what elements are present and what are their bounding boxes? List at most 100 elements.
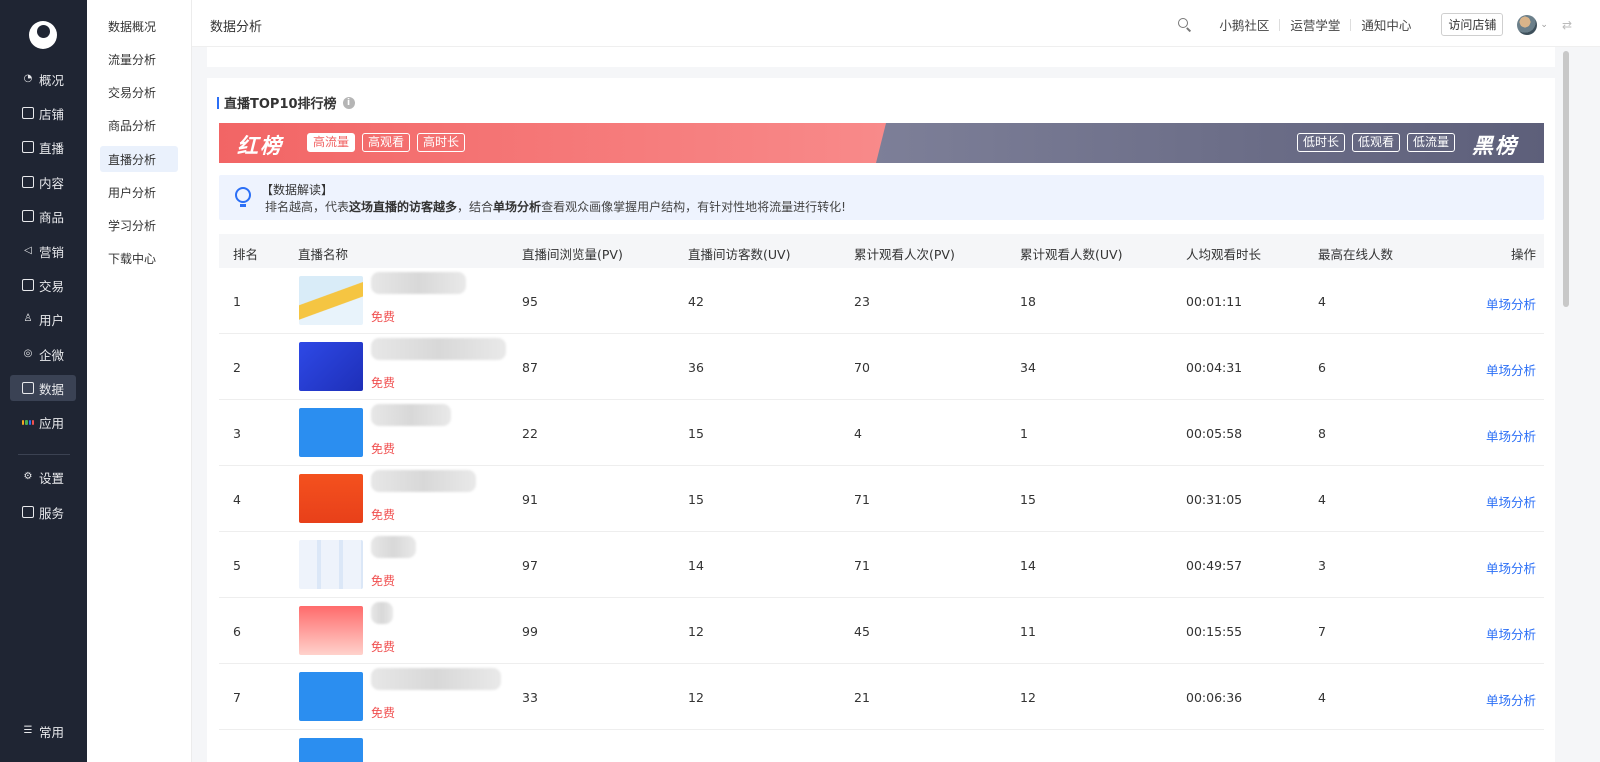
uv-value: 36 <box>688 360 704 375</box>
data-interpretation-tip: 【数据解读】 排名越高，代表这场直播的访客越多，结合单场分析查看观众画像掌握用户… <box>219 175 1544 220</box>
live-thumbnail[interactable] <box>299 342 363 391</box>
megaphone-icon: ◁ <box>24 245 32 256</box>
header-uv: 直播间访客数(UV) <box>688 247 791 262</box>
nav-item-content[interactable]: 内容 <box>10 169 76 195</box>
submenu-item-trade[interactable]: 交易分析 <box>100 79 178 105</box>
nav-item-wecom[interactable]: ◎ 企微 <box>10 341 76 367</box>
single-analysis-link[interactable]: 单场分析 <box>1486 624 1536 643</box>
black-list-banner[interactable]: 低时长 低观看 低流量 黑榜 <box>876 123 1544 163</box>
rank: 2 <box>233 360 241 375</box>
submenu-item-users[interactable]: 用户分析 <box>100 179 178 205</box>
single-analysis-link[interactable]: 单场分析 <box>1486 690 1536 709</box>
scrollbar-thumb[interactable] <box>1563 51 1569 307</box>
live-thumbnail[interactable] <box>299 738 363 762</box>
nav-item-common[interactable]: ☰ 常用 <box>10 718 76 744</box>
table-row <box>219 730 1544 762</box>
avg-duration-value: 00:04:31 <box>1186 360 1243 375</box>
scrollbar[interactable] <box>1563 47 1569 762</box>
live-thumbnail[interactable] <box>299 408 363 457</box>
peak-online-value: 4 <box>1318 690 1326 705</box>
price-label: 免费 <box>371 376 396 390</box>
document-icon <box>22 176 34 188</box>
peak-online-value: 8 <box>1318 426 1326 441</box>
nav-item-marketing[interactable]: ◁ 营销 <box>10 238 76 264</box>
nav-item-overview[interactable]: ◔ 概况 <box>10 66 76 92</box>
red-list-title: 红榜 <box>237 134 283 158</box>
table-row: 5 免费 97 14 71 14 00:49:57 3 单场分析 <box>219 532 1544 598</box>
store-icon <box>22 107 34 119</box>
info-icon[interactable]: i <box>342 96 355 109</box>
nav-item-trade[interactable]: 交易 <box>10 272 76 298</box>
nav-item-goods[interactable]: 商品 <box>10 203 76 229</box>
live-thumbnail[interactable] <box>299 540 363 589</box>
single-analysis-link[interactable]: 单场分析 <box>1486 294 1536 313</box>
nav-item-live[interactable]: 直播 <box>10 134 76 160</box>
single-analysis-link[interactable]: 单场分析 <box>1486 492 1536 511</box>
watch-uv-value: 14 <box>1020 558 1036 573</box>
single-analysis-link[interactable]: 单场分析 <box>1486 558 1536 577</box>
submenu-item-data-overview[interactable]: 数据概况 <box>100 13 178 39</box>
red-list-banner[interactable]: 红榜 高流量 高观看 高时长 <box>219 123 887 163</box>
ranking-banner: 红榜 高流量 高观看 高时长 低时长 低观看 低流量 黑榜 <box>219 123 1544 163</box>
price-label: 免费 <box>371 508 396 522</box>
chevron-down-icon[interactable]: ⌄ <box>1540 20 1548 30</box>
live-title-blurred <box>371 470 476 492</box>
submenu-item-downloads[interactable]: 下载中心 <box>100 245 178 271</box>
nav-item-store[interactable]: 店铺 <box>10 100 76 126</box>
price-label: 免费 <box>371 706 396 720</box>
section-title-text: 直播TOP10排行榜 <box>224 97 337 112</box>
live-thumbnail[interactable] <box>299 672 363 721</box>
nav-item-service[interactable]: 服务 <box>10 499 76 525</box>
tag-low-duration[interactable]: 低时长 <box>1297 133 1346 152</box>
uv-value: 15 <box>688 492 704 507</box>
single-analysis-link[interactable]: 单场分析 <box>1486 360 1536 379</box>
previous-section-card <box>207 47 1555 67</box>
nav-item-user[interactable]: ♙ 用户 <box>10 306 76 332</box>
submenu-item-live[interactable]: 直播分析 <box>100 146 178 172</box>
table-row: 4 免费 91 15 71 15 00:31:05 4 单场分析 <box>219 466 1544 532</box>
avg-duration-value: 00:01:11 <box>1186 294 1243 309</box>
watch-pv-value: 23 <box>854 294 870 309</box>
table-row: 2 免费 87 36 70 34 00:04:31 6 单场分析 <box>219 334 1544 400</box>
nav-item-label: 店铺 <box>39 106 65 122</box>
brand-logo[interactable] <box>29 21 57 49</box>
service-icon <box>22 506 34 518</box>
tag-low-views[interactable]: 低观看 <box>1352 133 1401 152</box>
visit-store-button[interactable]: 访问店铺 <box>1441 13 1504 36</box>
tag-high-duration[interactable]: 高时长 <box>417 133 466 152</box>
avatar[interactable] <box>1517 14 1538 35</box>
nav-item-data[interactable]: 数据 <box>10 375 76 401</box>
live-thumbnail[interactable] <box>299 474 363 523</box>
nav-item-label: 直播 <box>39 140 65 156</box>
academy-link[interactable]: 运营学堂 <box>1280 15 1350 34</box>
live-thumbnail[interactable] <box>299 606 363 655</box>
live-top10-card: 直播TOP10排行榜 i 红榜 高流量 高观看 高时长 低时长 低观看 低流量 … <box>207 78 1555 762</box>
nav-item-label: 数据 <box>39 381 65 397</box>
tag-low-traffic[interactable]: 低流量 <box>1407 133 1456 152</box>
trade-icon <box>22 279 34 291</box>
peak-online-value: 4 <box>1318 492 1326 507</box>
submenu-item-goods[interactable]: 商品分析 <box>100 112 178 138</box>
header-watch-pv: 累计观看人次(PV) <box>854 247 955 262</box>
avg-duration-value: 00:31:05 <box>1186 492 1243 507</box>
price-label: 免费 <box>371 442 396 456</box>
submenu-item-traffic[interactable]: 流量分析 <box>100 46 178 72</box>
single-analysis-link[interactable]: 单场分析 <box>1486 426 1536 445</box>
live-title-blurred <box>371 338 506 360</box>
community-link[interactable]: 小鹅社区 <box>1209 15 1279 34</box>
live-thumbnail[interactable] <box>299 276 363 325</box>
nav-item-apps[interactable]: 应用 <box>10 409 76 435</box>
price-label: 免费 <box>371 310 396 324</box>
nav-item-label: 交易 <box>39 278 65 294</box>
price-label: 免费 <box>371 574 396 588</box>
table-row: 3 免费 22 15 4 1 00:05:58 8 单场分析 <box>219 400 1544 466</box>
submenu-item-learning[interactable]: 学习分析 <box>100 212 178 238</box>
tag-high-traffic[interactable]: 高流量 <box>307 133 356 152</box>
nav-item-settings[interactable]: ⚙ 设置 <box>10 464 76 490</box>
tag-high-views[interactable]: 高观看 <box>362 133 411 152</box>
switch-icon[interactable]: ⇄ <box>1562 18 1572 32</box>
notification-center-link[interactable]: 通知中心 <box>1351 15 1421 34</box>
search-icon[interactable] <box>1178 18 1191 31</box>
watch-uv-value: 1 <box>1020 426 1028 441</box>
avg-duration-value: 00:06:36 <box>1186 690 1243 705</box>
